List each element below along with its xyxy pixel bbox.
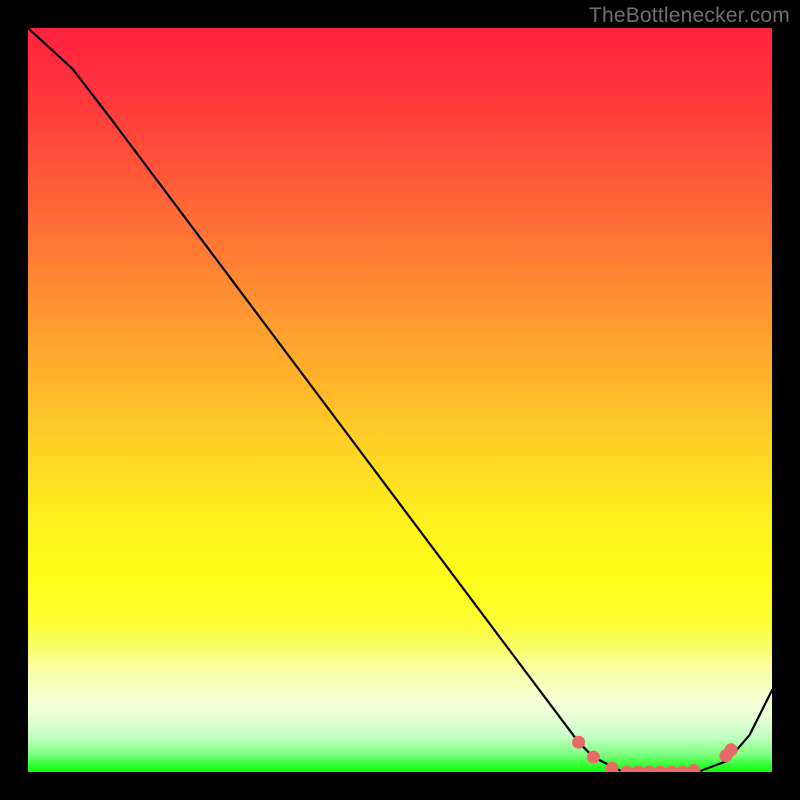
chart-plot-area: [28, 28, 772, 772]
gradient-background: [28, 28, 772, 772]
attribution-text: TheBottlenecker.com: [589, 4, 790, 28]
